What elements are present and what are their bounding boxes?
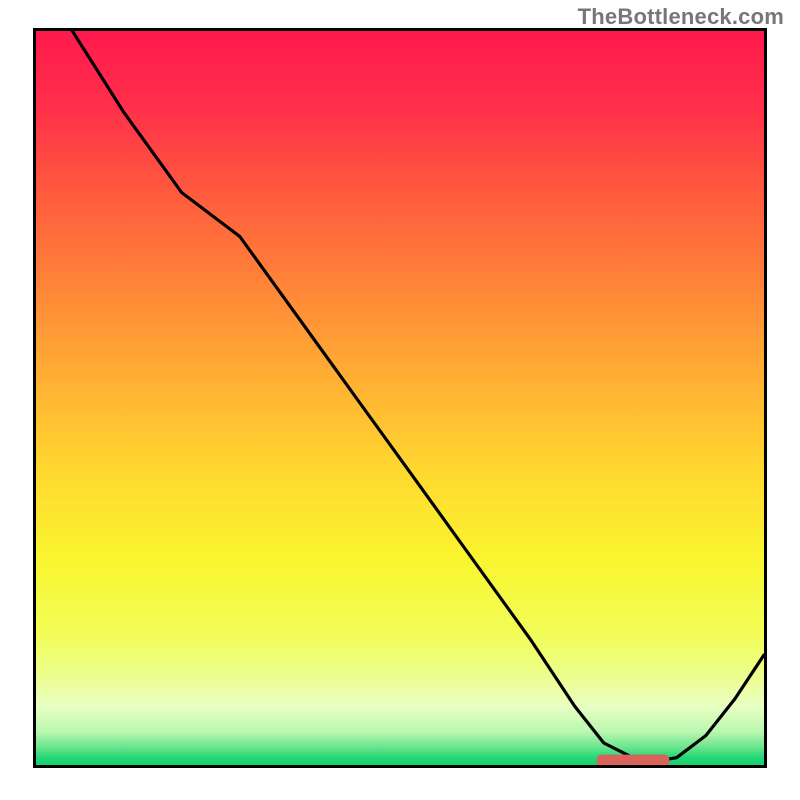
plot-area [33,28,767,768]
chart-stage: TheBottleneck.com [0,0,800,800]
highlight-marker [597,755,670,765]
plot-svg [36,31,764,765]
watermark-text: TheBottleneck.com [578,4,784,30]
